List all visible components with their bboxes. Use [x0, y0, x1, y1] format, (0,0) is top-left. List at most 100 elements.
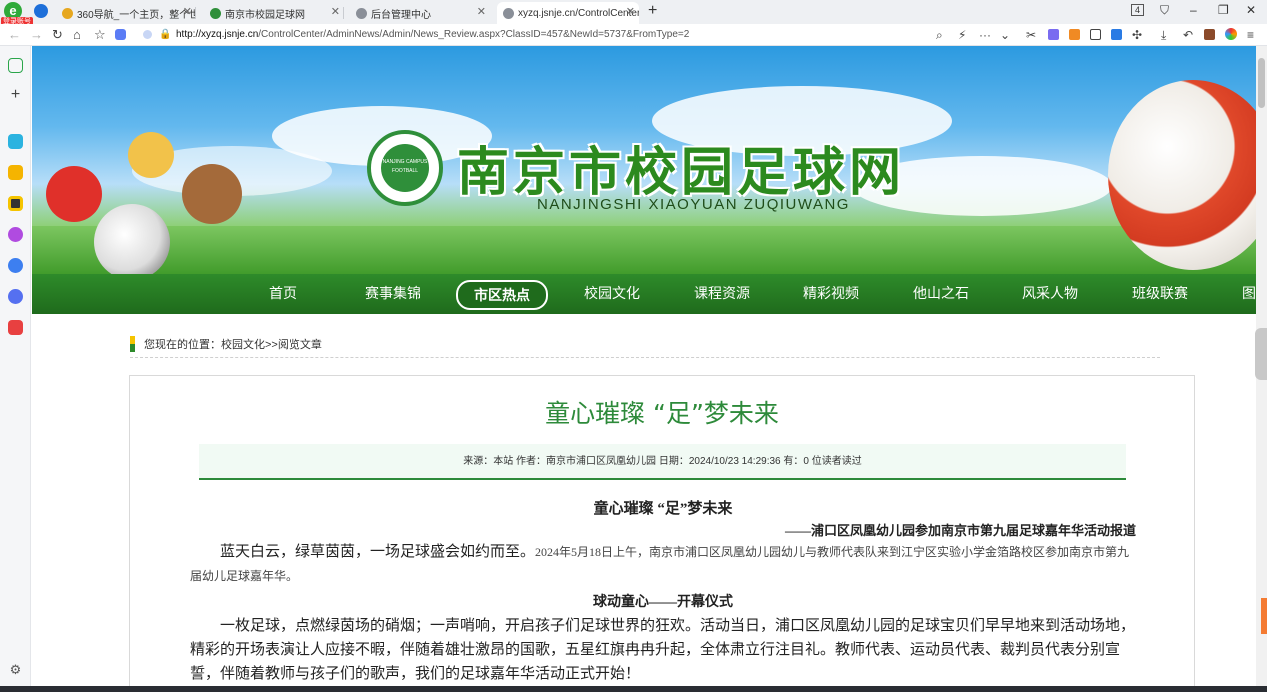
tab-favicon-icon — [503, 7, 514, 19]
back-icon[interactable]: ← — [8, 27, 21, 42]
tab-current[interactable]: xyzq.jsnje.cn/ControlCenter ✕ — [497, 2, 639, 24]
article-meta: 来源：本站 作者：南京市浦口区凤凰幼儿园 日期：2024/10/23 14:29… — [199, 444, 1126, 480]
shield-icon[interactable] — [34, 4, 48, 18]
settings-gear-icon[interactable]: ⚙ — [8, 662, 23, 677]
robot-icon[interactable] — [8, 289, 23, 304]
home-icon[interactable] — [8, 58, 23, 73]
wallet-icon[interactable] — [1204, 29, 1215, 40]
article-subheading: ——浦口区凤凰幼儿园参加南京市第九届足球嘉年华活动报道 — [784, 523, 1136, 538]
article-body: 童心璀璨 “足”梦未来 ——浦口区凤凰幼儿园参加南京市第九届足球嘉年华活动报道 … — [190, 496, 1136, 686]
close-window-icon[interactable]: ✕ — [1246, 3, 1256, 17]
url-path: /ControlCenter/AdminNews/Admin/News_Revi… — [258, 29, 690, 40]
article-panel: 童心璀璨 “足”梦未来 来源：本站 作者：南京市浦口区凤凰幼儿园 日期：2024… — [129, 375, 1195, 686]
scissors-icon[interactable]: ✂ — [1026, 28, 1036, 42]
article-paragraph: 一枚足球，点燃绿茵场的硝烟；一声哨响，开启孩子们足球世界的狂欢。活动当日，浦口区… — [190, 618, 1136, 682]
nav-videos[interactable]: 精彩视频 — [803, 283, 859, 303]
breadcrumb-prefix: 您现在的位置： — [144, 339, 221, 351]
nav-city-hotspots[interactable]: 市区热点 — [456, 280, 548, 310]
browser-tab-bar: e 登录账号 360导航_一个主页，整个世界 ✕ 南京市校园足球网 ✕ 后台管理… — [0, 0, 1267, 26]
tab-favicon-icon — [356, 7, 367, 19]
url-field[interactable]: http://xyzq.jsnje.cn/ControlCenter/Admin… — [176, 29, 689, 40]
color-wheel-icon[interactable] — [1225, 28, 1237, 40]
site-title: 南京市校园足球网 — [457, 143, 906, 203]
url-host: http://xyzq.jsnje.cn — [176, 29, 259, 40]
bilibili-icon[interactable] — [8, 196, 23, 211]
nav-people[interactable]: 风采人物 — [1022, 283, 1078, 303]
nav-references[interactable]: 他山之石 — [913, 283, 969, 303]
tab-360-nav[interactable]: 360导航_一个主页，整个世界 ✕ — [56, 2, 196, 24]
nav-home[interactable]: 首页 — [269, 283, 297, 303]
lightning-icon[interactable]: ⚡ — [958, 28, 966, 42]
tab-label: xyzq.jsnje.cn/ControlCenter — [518, 7, 639, 19]
forward-icon[interactable]: → — [30, 27, 43, 42]
chat-icon[interactable] — [8, 134, 23, 149]
cartoon-kid-image — [182, 164, 242, 224]
breadcrumb-marker-icon — [130, 336, 135, 352]
emblem-text: NANJING CAMPUS FOOTBALL — [381, 144, 429, 192]
nav-class-league[interactable]: 班级联赛 — [1132, 283, 1188, 303]
grass-field — [32, 226, 1256, 276]
window-icon[interactable] — [1090, 29, 1101, 40]
browser-sidebar: + ⚙ — [0, 46, 31, 692]
breadcrumb-link-section[interactable]: 校园文化 — [221, 339, 265, 351]
section-heading: 球动童心——开幕仪式 — [593, 595, 733, 610]
add-icon[interactable]: + — [8, 87, 23, 103]
tab-admin[interactable]: 后台管理中心 ✕ — [350, 2, 490, 24]
tab-favicon-icon — [62, 7, 73, 19]
site-banner: NANJING CAMPUS FOOTBALL 南京市校园足球网 NANJING… — [32, 46, 1256, 276]
ai-icon[interactable] — [8, 258, 23, 273]
undo-icon[interactable]: ↶ — [1183, 28, 1193, 42]
football-image — [94, 204, 170, 276]
site-nav: 首页 赛事集锦 市区热点 校园文化 课程资源 精彩视频 他山之石 风采人物 班级… — [32, 274, 1256, 314]
lock-icon[interactable]: 🔒 — [159, 29, 171, 40]
cartoon-kid-image — [128, 132, 174, 178]
site-emblem-logo: NANJING CAMPUS FOOTBALL — [367, 130, 443, 206]
taskbar — [0, 686, 1267, 692]
nav-course-resources[interactable]: 课程资源 — [694, 283, 750, 303]
site-subtitle: NANJINGSHI XIAOYUAN ZUQIUWANG — [537, 196, 850, 213]
nav-campus-culture[interactable]: 校园文化 — [584, 283, 640, 303]
close-icon[interactable]: ✕ — [626, 5, 635, 18]
minimize-icon[interactable]: – — [1190, 3, 1197, 17]
extension-icon[interactable] — [1111, 29, 1122, 40]
reload-icon[interactable]: ↻ — [52, 27, 63, 43]
scrollbar-thumb[interactable] — [1258, 58, 1265, 108]
close-icon[interactable]: ✕ — [331, 5, 340, 18]
zoom-icon[interactable]: ⌕ — [936, 28, 943, 43]
extension-icon[interactable] — [1048, 29, 1059, 40]
shirt-icon[interactable]: ⛉ — [1160, 3, 1169, 18]
breadcrumb-current: 阅览文章 — [277, 339, 322, 351]
tab-label: 后台管理中心 — [371, 9, 431, 21]
breadcrumb-separator: >> — [265, 339, 278, 351]
more-icon[interactable]: ··· — [979, 28, 991, 42]
tab-site[interactable]: 南京市校园足球网 ✕ — [204, 2, 344, 24]
side-float-tab[interactable] — [1261, 598, 1267, 634]
extension-icon[interactable] — [1069, 29, 1080, 40]
article-title: 童心璀璨 “足”梦未来 — [545, 399, 779, 428]
close-icon[interactable]: ✕ — [477, 5, 486, 18]
puzzle-icon[interactable]: ✣ — [1132, 28, 1142, 42]
side-panel-handle[interactable] — [1255, 328, 1267, 380]
cartoon-kid-image — [46, 166, 102, 222]
address-bar: ← → ↻ ⌂ ☆ 🔒 http://xyzq.jsnje.cn/Control… — [0, 24, 1267, 46]
download-icon[interactable]: ⤓ — [1161, 28, 1166, 43]
nav-events[interactable]: 赛事集锦 — [365, 283, 421, 303]
star-icon[interactable] — [8, 165, 23, 180]
tab-label: 360导航_一个主页，整个世界 — [77, 9, 196, 21]
ai-icon[interactable] — [115, 29, 126, 40]
tab-count-badge[interactable]: 4 — [1131, 4, 1145, 16]
site-info-icon[interactable] — [143, 30, 152, 39]
close-icon[interactable]: ✕ — [183, 5, 192, 18]
chevron-down-icon[interactable]: ⌄ — [1000, 28, 1010, 42]
restore-icon[interactable]: ❐ — [1218, 3, 1229, 17]
paragraph-lead: 蓝天白云，绿草茵茵，一场足球盛会如约而至。 — [220, 544, 536, 560]
home-icon[interactable]: ⌂ — [73, 27, 81, 42]
breadcrumb: 您现在的位置：校园文化>>阅览文章 — [130, 334, 1160, 358]
ai-assistant-icon[interactable] — [8, 227, 23, 242]
game-controller-icon[interactable] — [8, 320, 23, 335]
bookmark-star-icon[interactable]: ☆ — [94, 27, 106, 43]
nav-more[interactable]: 图 — [1242, 283, 1256, 303]
new-tab-button[interactable]: + — [648, 2, 657, 20]
article-heading: 童心璀璨 “足”梦未来 — [593, 501, 733, 517]
menu-icon[interactable]: ≡ — [1247, 28, 1254, 42]
